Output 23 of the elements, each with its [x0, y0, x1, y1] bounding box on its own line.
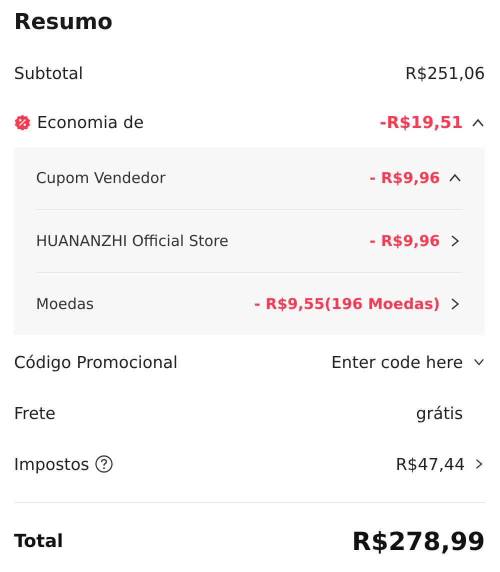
chevron-right-button[interactable] — [473, 458, 485, 470]
total-value: R$278,99 — [352, 526, 485, 556]
promo-code-label: Código Promocional — [14, 352, 178, 372]
discount-label: Moedas — [36, 295, 94, 313]
shipping-label: Frete — [14, 404, 56, 423]
taxes-value: R$47,44 — [396, 454, 465, 474]
savings-label: Economia de — [37, 113, 144, 132]
subtotal-label: Subtotal — [14, 64, 84, 83]
chevron-down-icon — [473, 356, 485, 368]
discount-value: - R$9,96 — [370, 169, 440, 187]
discount-label: Cupom Vendedor — [36, 169, 166, 187]
subtotal-value: R$251,06 — [405, 64, 485, 83]
discount-label: HUANANZHI Official Store — [36, 232, 228, 250]
promo-code-dropdown[interactable]: Enter code here — [331, 352, 485, 372]
shipping-value: grátis — [416, 404, 463, 423]
help-icon — [95, 455, 114, 473]
total-label: Total — [14, 530, 64, 552]
discount-value: - R$9,96 — [370, 232, 440, 250]
summary-title: Resumo — [14, 10, 114, 35]
discount-value: - R$9,55(196 Moedas) — [254, 295, 440, 313]
taxes-label: Impostos — [14, 454, 90, 474]
discount-badge-icon — [14, 114, 31, 131]
savings-value: -R$19,51 — [380, 113, 463, 132]
